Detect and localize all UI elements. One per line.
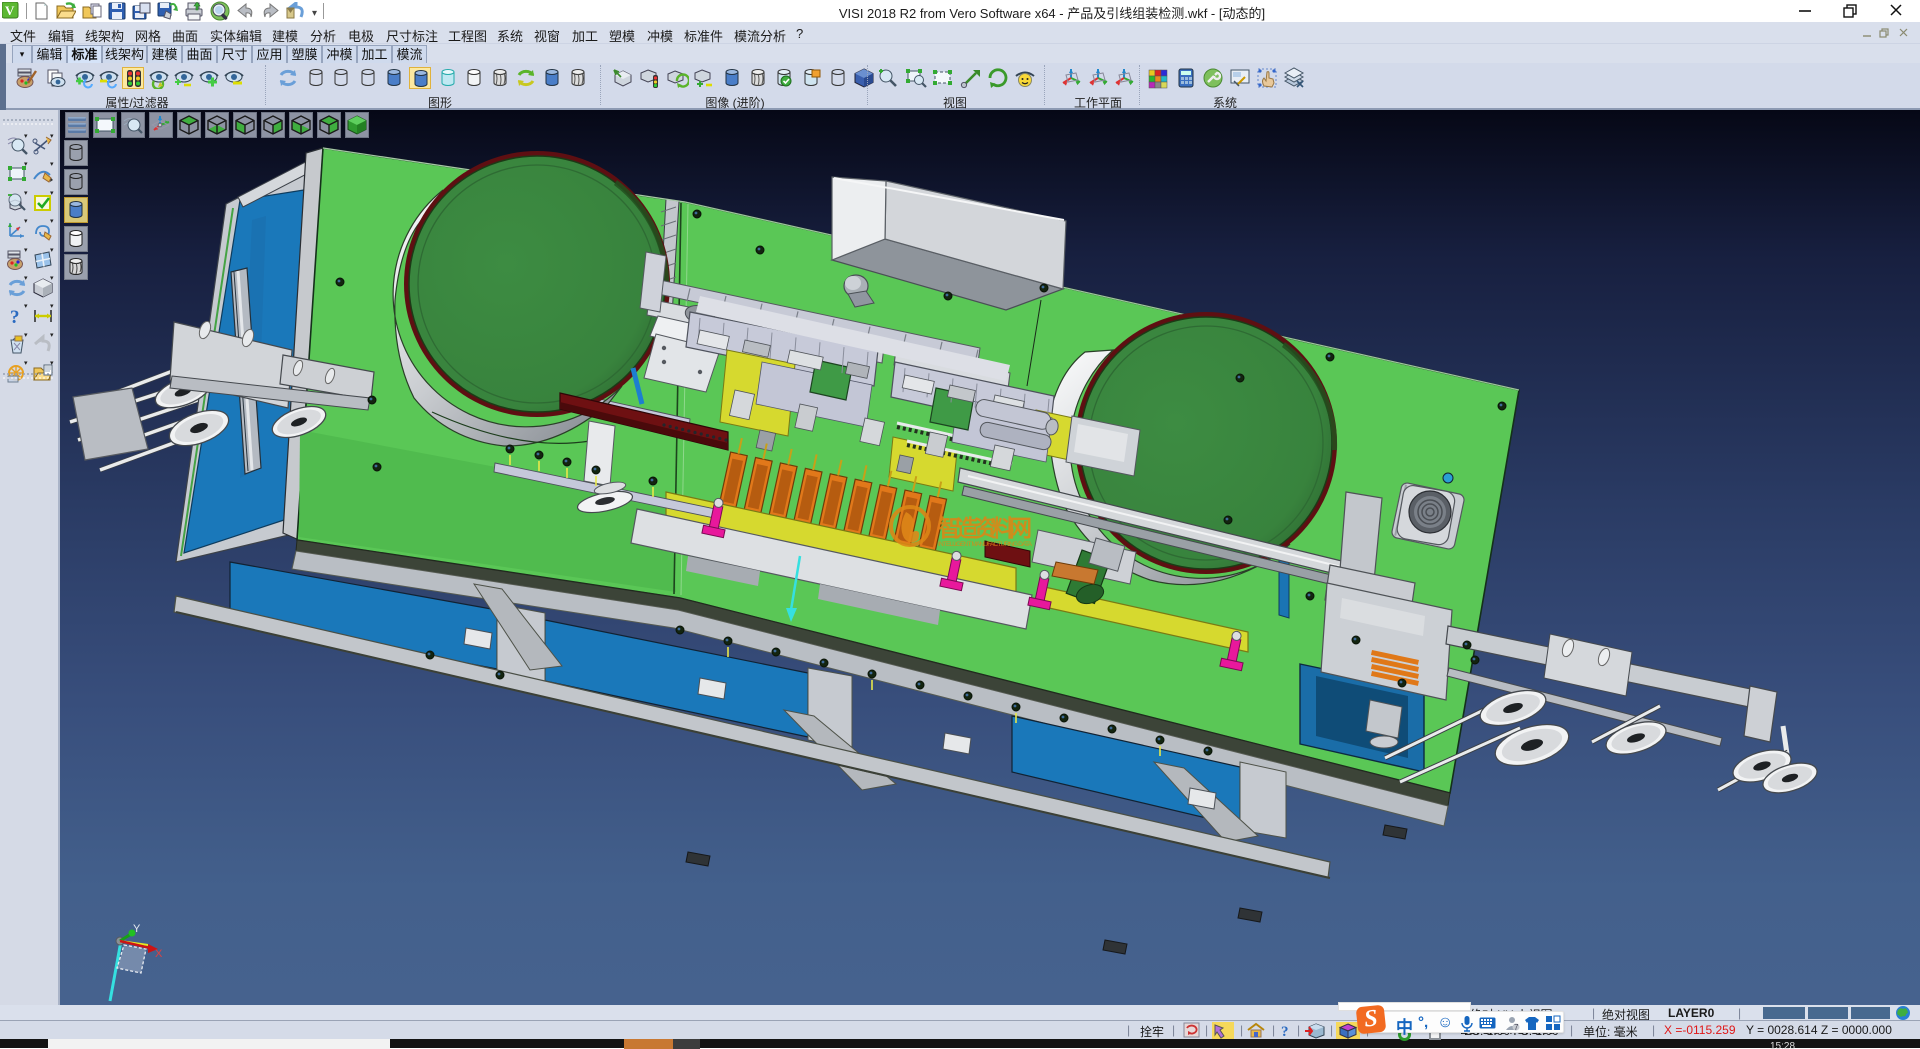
svg-text:V: V (5, 3, 15, 18)
svg-text:INTELLIGENT MANUFACTURING DATA: INTELLIGENT MANUFACTURING DATA (938, 541, 1033, 548)
svg-text:Y: Y (133, 923, 141, 935)
svg-text:?: ? (10, 307, 20, 327)
svg-text:X: X (155, 948, 163, 960)
svg-text:智造资料网: 智造资料网 (938, 515, 1032, 541)
svg-text:?: ? (1281, 1024, 1289, 1039)
svg-text:7: 7 (1514, 1023, 1519, 1032)
